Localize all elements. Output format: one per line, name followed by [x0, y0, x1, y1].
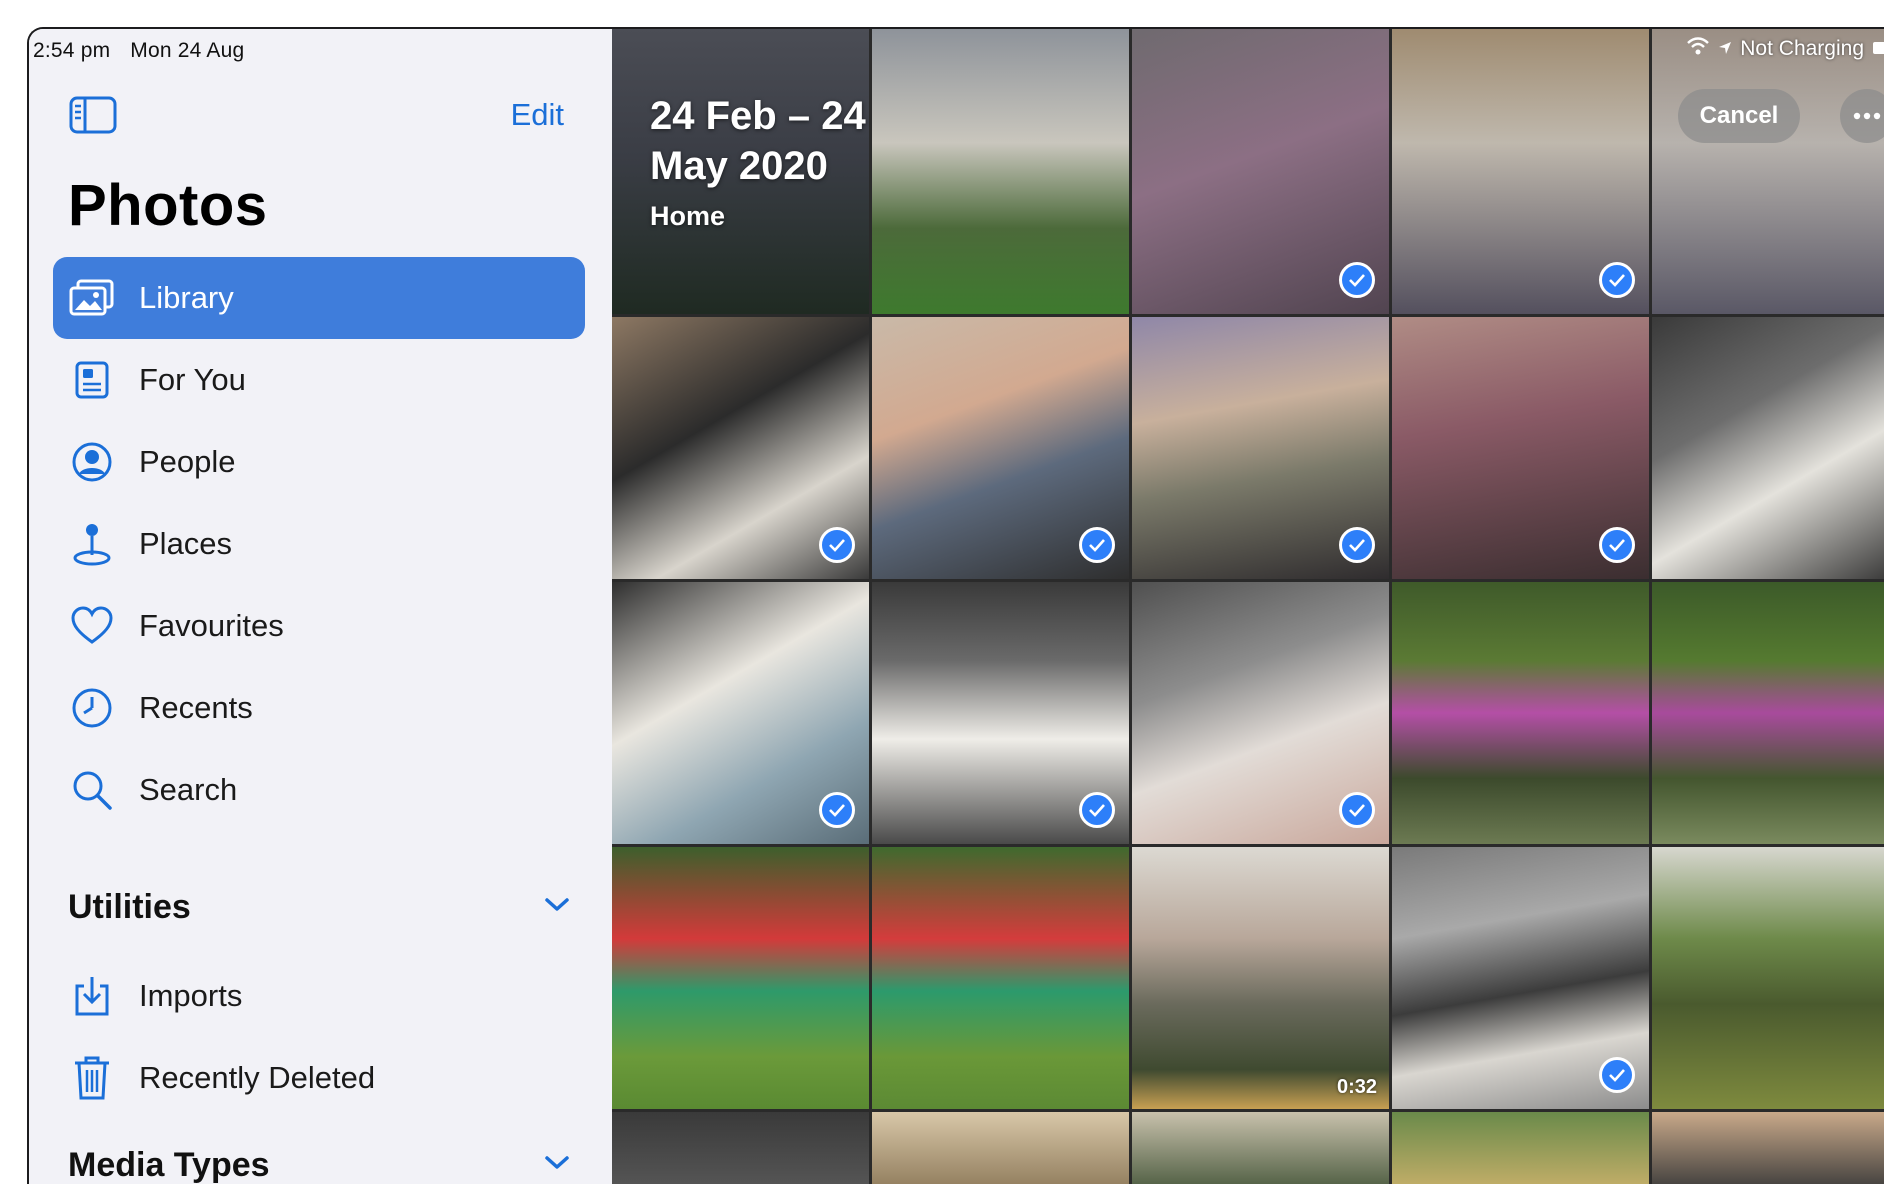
video-duration: 0:32	[1337, 1076, 1377, 1099]
sidebar-item-favourites[interactable]: Favourites	[53, 585, 585, 667]
page-title: Photos	[68, 172, 268, 239]
photo-thumbnail[interactable]	[1652, 582, 1884, 844]
sidebar-item-recents[interactable]: Recents	[53, 667, 585, 749]
sidebar-item-label: Search	[139, 772, 237, 808]
selected-check-icon	[1079, 527, 1115, 563]
photo-thumbnail[interactable]: 0:32	[1132, 847, 1389, 1109]
photo-thumbnail[interactable]	[612, 847, 869, 1109]
edit-button[interactable]: Edit	[511, 97, 564, 133]
people-icon	[67, 437, 117, 487]
photo-grid: 0:32 24 Feb – 24 May 2020 Home	[612, 29, 1884, 1184]
places-pin-icon	[67, 519, 117, 569]
sidebar-toggle-icon[interactable]	[69, 95, 117, 135]
sidebar-item-library[interactable]: Library	[53, 257, 585, 339]
location-label: Home	[650, 201, 866, 232]
photo-thumbnail[interactable]	[1132, 29, 1389, 314]
photo-thumbnail[interactable]	[1392, 1112, 1649, 1184]
library-icon	[67, 273, 117, 323]
photo-thumbnail[interactable]	[1132, 317, 1389, 579]
for-you-icon	[67, 355, 117, 405]
selected-check-icon	[1339, 792, 1375, 828]
sidebar-item-label: Recents	[139, 690, 253, 726]
clock-icon	[67, 683, 117, 733]
media-types-section-header[interactable]: Media Types	[68, 1140, 588, 1184]
selected-check-icon	[1599, 527, 1635, 563]
selected-check-icon	[819, 792, 855, 828]
chevron-down-icon	[544, 1155, 570, 1176]
photo-thumbnail[interactable]	[612, 582, 869, 844]
date-range-line-1: 24 Feb – 24	[650, 91, 866, 141]
status-bar-right: Not Charging	[1686, 37, 1884, 61]
search-icon	[67, 765, 117, 815]
sidebar-item-label: Library	[139, 280, 234, 316]
photo-thumbnail[interactable]	[872, 582, 1129, 844]
battery-icon	[1872, 37, 1884, 61]
selected-check-icon	[1079, 792, 1115, 828]
sidebar-item-people[interactable]: People	[53, 421, 585, 503]
photo-thumbnail[interactable]	[872, 29, 1129, 314]
utilities-section-header[interactable]: Utilities	[68, 882, 588, 932]
sidebar-item-label: Imports	[139, 978, 242, 1014]
photo-thumbnail[interactable]	[872, 847, 1129, 1109]
heart-icon	[67, 601, 117, 651]
chevron-down-icon	[544, 897, 570, 918]
wifi-icon	[1686, 37, 1710, 61]
photo-thumbnail[interactable]	[1132, 582, 1389, 844]
sidebar-item-label: People	[139, 444, 236, 480]
sidebar-item-label: Recently Deleted	[139, 1060, 375, 1096]
ellipsis-icon	[1852, 107, 1882, 125]
photo-thumbnail[interactable]	[1392, 847, 1649, 1109]
sidebar-item-search[interactable]: Search	[53, 749, 585, 831]
photo-thumbnail[interactable]	[1132, 1112, 1389, 1184]
sidebar-item-label: For You	[139, 362, 246, 398]
selected-check-icon	[1599, 262, 1635, 298]
sidebar-item-label: Places	[139, 526, 232, 562]
photo-thumbnail[interactable]	[872, 1112, 1129, 1184]
selected-check-icon	[1339, 527, 1375, 563]
selected-check-icon	[1599, 1057, 1635, 1093]
sidebar: 2:54 pm Mon 24 Aug Edit Photos	[29, 29, 609, 1184]
section-label: Media Types	[68, 1146, 270, 1184]
photo-thumbnail[interactable]	[1652, 29, 1884, 314]
status-bar-left: 2:54 pm Mon 24 Aug	[33, 39, 244, 63]
cancel-button[interactable]: Cancel	[1678, 89, 1800, 143]
status-time: 2:54 pm	[33, 39, 110, 63]
sidebar-item-imports[interactable]: Imports	[53, 955, 585, 1037]
photo-thumbnail[interactable]	[872, 317, 1129, 579]
photo-thumbnail[interactable]	[1392, 29, 1649, 314]
photo-thumbnail[interactable]	[1392, 582, 1649, 844]
sidebar-item-label: Favourites	[139, 608, 284, 644]
photo-thumbnail[interactable]	[1392, 317, 1649, 579]
date-range-line-2: May 2020	[650, 141, 866, 191]
location-arrow-icon	[1718, 37, 1732, 61]
photo-thumbnail[interactable]	[1652, 317, 1884, 579]
status-date: Mon 24 Aug	[130, 39, 244, 63]
photo-thumbnail[interactable]	[1652, 847, 1884, 1109]
sidebar-item-places[interactable]: Places	[53, 503, 585, 585]
photo-thumbnail[interactable]	[612, 317, 869, 579]
import-icon	[67, 971, 117, 1021]
sidebar-item-recently-deleted[interactable]: Recently Deleted	[53, 1037, 585, 1119]
battery-status-text: Not Charging	[1740, 37, 1864, 61]
selected-check-icon	[819, 527, 855, 563]
ipad-screen: 2:54 pm Mon 24 Aug Edit Photos	[27, 27, 1884, 1184]
trash-icon	[67, 1053, 117, 1103]
selected-check-icon	[1339, 262, 1375, 298]
photo-thumbnail[interactable]	[1652, 1112, 1884, 1184]
date-range-header: 24 Feb – 24 May 2020 Home	[650, 91, 866, 232]
section-label: Utilities	[68, 888, 191, 927]
photo-thumbnail[interactable]	[612, 1112, 869, 1184]
sidebar-item-for-you[interactable]: For You	[53, 339, 585, 421]
